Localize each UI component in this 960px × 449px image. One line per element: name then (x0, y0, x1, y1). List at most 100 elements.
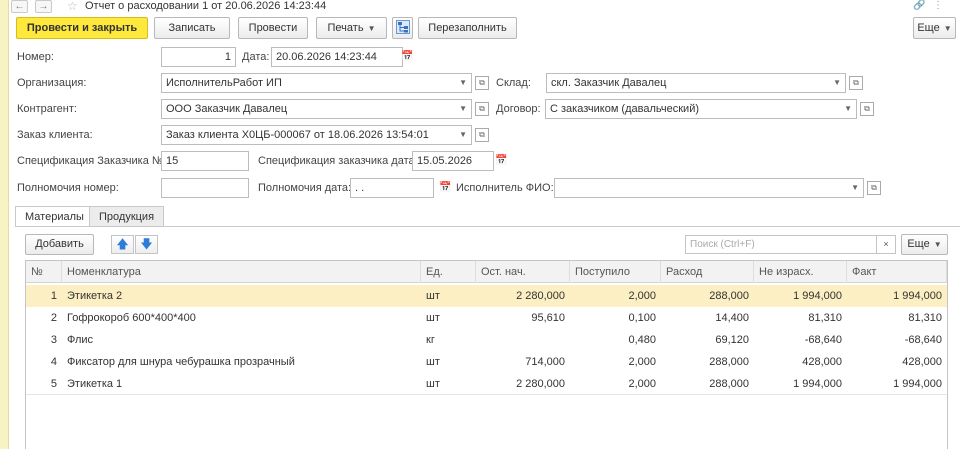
column-header[interactable]: Номенклатура (62, 261, 421, 283)
table-row[interactable]: 5 Этикетка 1 шт 2 280,000 2,000 288,000 … (26, 373, 947, 395)
table-row[interactable]: 4 Фиксатор для шнура чебурашка прозрачны… (26, 351, 947, 373)
item-name: Фиксатор для шнура чебурашка прозрачный (67, 356, 295, 368)
contract-select[interactable]: С заказчиком (давальческий) ▼ (545, 99, 857, 119)
print-button[interactable]: Печать ▼ (316, 17, 387, 39)
more-button[interactable]: Еще ▼ (913, 17, 956, 39)
date-field[interactable]: 20.06.2026 14:23:44 (271, 47, 403, 67)
title-bar: ← → ☆ Отчет о расходовании 1 от 20.06.20… (9, 0, 960, 14)
unused: -68,640 (804, 334, 842, 346)
post-button[interactable]: Провести (238, 17, 308, 39)
received: 2,000 (628, 290, 656, 302)
organization-select[interactable]: ИсполнительРабот ИП ▼ (161, 73, 472, 93)
link-icon[interactable]: 🔗 (913, 0, 925, 12)
chevron-down-icon: ▼ (943, 24, 952, 33)
open-contract-icon[interactable]: ⧉ (860, 102, 874, 116)
move-down-button[interactable]: 🡇 (135, 235, 158, 254)
menu-dots-icon[interactable]: ⋮ (933, 0, 943, 12)
organization-value: ИсполнительРабот ИП (166, 77, 282, 89)
dropdown-arrow-icon[interactable]: ▼ (844, 100, 852, 118)
open-organization-icon[interactable]: ⧉ (475, 76, 489, 90)
unit: шт (426, 356, 440, 368)
number-field[interactable]: 1 (161, 47, 236, 67)
item-name: Гофрокороб 600*400*400 (67, 312, 196, 324)
unit: кг (426, 334, 435, 346)
warehouse-select[interactable]: скл. Заказчик Давалец ▼ (546, 73, 846, 93)
received: 2,000 (628, 378, 656, 390)
actual: 428,000 (902, 356, 942, 368)
actual: -68,640 (904, 334, 942, 346)
authority-number-field[interactable] (161, 178, 249, 198)
column-header[interactable]: Ост. нач. (476, 261, 570, 283)
table-more-button[interactable]: Еще ▼ (901, 234, 948, 255)
warehouse-label: Склад: (496, 77, 531, 89)
counterparty-label: Контрагент: (17, 103, 77, 115)
calendar-icon[interactable]: 📅 (439, 178, 452, 198)
consumption: 288,000 (709, 378, 749, 390)
calendar-icon[interactable]: 📅 (495, 151, 508, 171)
open-executor-icon[interactable]: ⧉ (867, 181, 881, 195)
dropdown-arrow-icon[interactable]: ▼ (833, 74, 841, 92)
forward-button[interactable]: → (35, 0, 52, 13)
favorite-star-icon[interactable]: ☆ (67, 0, 78, 13)
row-number: 3 (50, 334, 57, 346)
row-number: 2 (50, 312, 57, 324)
add-row-button[interactable]: Добавить (25, 234, 94, 255)
table-row[interactable]: 2 Гофрокороб 600*400*400 шт 95,610 0,100… (26, 307, 947, 329)
tab-divider (15, 226, 960, 227)
consumption: 288,000 (709, 356, 749, 368)
back-button[interactable]: ← (11, 0, 28, 13)
column-header[interactable]: № (26, 261, 62, 283)
column-header[interactable]: Расход (661, 261, 754, 283)
arrow-up-icon: 🡅 (116, 237, 129, 251)
counterparty-select[interactable]: ООО Заказчик Давалец ▼ (161, 99, 472, 119)
window-title: Отчет о расходовании 1 от 20.06.2026 14:… (85, 0, 327, 12)
print-label: Печать (327, 22, 364, 34)
item-name: Флис (67, 334, 94, 346)
calendar-icon[interactable]: 📅 (401, 47, 414, 67)
contract-value: С заказчиком (давальческий) (550, 103, 699, 115)
structure-button[interactable] (392, 17, 413, 39)
column-header[interactable]: Поступило (570, 261, 661, 283)
materials-table[interactable]: № Номенклатура Ед. Ост. нач. Поступило Р… (25, 260, 948, 449)
clear-search-button[interactable]: × (876, 235, 896, 254)
spec-number-field[interactable]: 15 (161, 151, 249, 171)
arrow-down-icon: 🡇 (140, 237, 153, 251)
move-up-button[interactable]: 🡅 (111, 235, 134, 254)
dropdown-arrow-icon[interactable]: ▼ (459, 100, 467, 118)
column-header[interactable]: Ед. (421, 261, 476, 283)
save-button[interactable]: Записать (154, 17, 230, 39)
consumption: 288,000 (709, 290, 749, 302)
tab-products[interactable]: Продукция (89, 206, 165, 227)
authority-date-field[interactable]: . . (350, 178, 434, 198)
date-label: Дата: (242, 51, 270, 63)
client-order-select[interactable]: Заказ клиента Х0ЦБ-000067 от 18.06.2026 … (161, 125, 472, 145)
column-header[interactable]: Не израсх. (754, 261, 847, 283)
refill-button[interactable]: Перезаполнить (418, 17, 517, 39)
dropdown-arrow-icon[interactable]: ▼ (459, 74, 467, 92)
spec-date-field[interactable]: 15.05.2026 (412, 151, 494, 171)
executor-label: Исполнитель ФИО: (456, 182, 554, 194)
dropdown-arrow-icon[interactable]: ▼ (851, 179, 859, 197)
open-warehouse-icon[interactable]: ⧉ (849, 76, 863, 90)
close-icon: × (883, 239, 889, 249)
table-search-input[interactable]: Поиск (Ctrl+F) (685, 235, 884, 254)
table-row[interactable]: 3 Флис кг 0,480 69,120 -68,640 -68,640 (26, 329, 947, 351)
unused: 1 994,000 (793, 290, 842, 302)
actual: 1 994,000 (893, 290, 942, 302)
post-and-close-button[interactable]: Провести и закрыть (16, 17, 148, 39)
client-order-label: Заказ клиента: (17, 129, 93, 141)
document-form: ← → ☆ Отчет о расходовании 1 от 20.06.20… (9, 0, 960, 449)
dropdown-arrow-icon[interactable]: ▼ (459, 126, 467, 144)
counterparty-value: ООО Заказчик Давалец (166, 103, 288, 115)
unused: 81,310 (808, 312, 842, 324)
table-header-row: № Номенклатура Ед. Ост. нач. Поступило Р… (26, 261, 947, 283)
open-client-order-icon[interactable]: ⧉ (475, 128, 489, 142)
executor-select[interactable]: ▼ (554, 178, 864, 198)
hierarchy-icon (395, 20, 410, 34)
tab-materials[interactable]: Материалы (15, 206, 94, 227)
open-counterparty-icon[interactable]: ⧉ (475, 102, 489, 116)
table-row[interactable]: 1 Этикетка 2 шт 2 280,000 2,000 288,000 … (26, 285, 947, 307)
item-name: Этикетка 2 (67, 290, 123, 302)
client-order-value: Заказ клиента Х0ЦБ-000067 от 18.06.2026 … (166, 129, 429, 141)
consumption: 14,400 (715, 312, 749, 324)
